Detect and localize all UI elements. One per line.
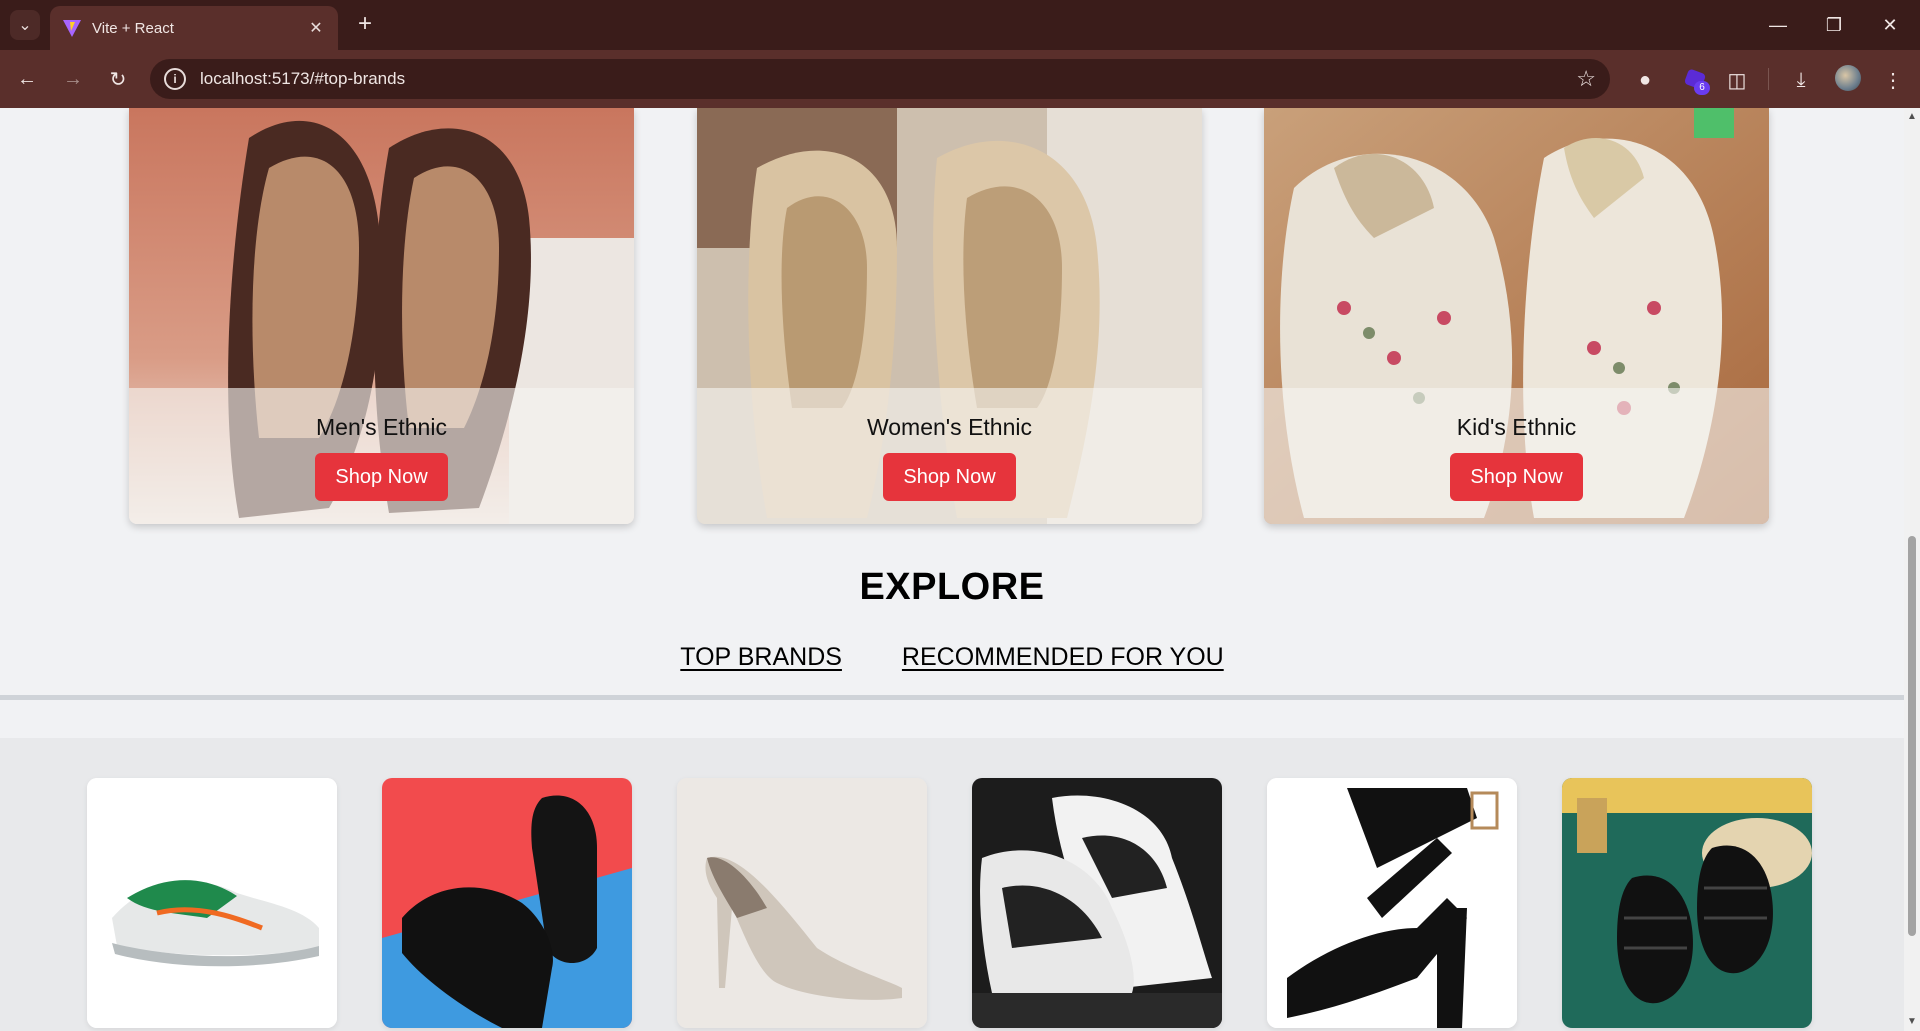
extension-badge-icon[interactable]: 6 bbox=[1683, 68, 1710, 95]
black-sneakers-image bbox=[382, 778, 632, 1028]
brand-card[interactable] bbox=[1267, 778, 1517, 1028]
arrow-left-icon: ← bbox=[17, 67, 37, 90]
top-brands-section bbox=[0, 738, 1904, 1031]
grey-pump-heel-image bbox=[677, 778, 927, 1028]
tab-top-brands[interactable]: TOP BRANDS bbox=[680, 643, 842, 672]
reload-button[interactable]: ↻ bbox=[103, 64, 133, 94]
shop-now-button[interactable]: Shop Now bbox=[883, 453, 1016, 501]
browser-tab[interactable]: Vite + React ✕ bbox=[50, 6, 338, 50]
site-info-icon[interactable]: i bbox=[164, 68, 186, 90]
menu-kebab-icon[interactable]: ⋮ bbox=[1880, 67, 1906, 93]
explore-tabs: TOP BRANDS RECOMMENDED FOR YOU bbox=[0, 643, 1904, 672]
address-bar[interactable]: i localhost:5173/#top-brands ☆ bbox=[150, 59, 1610, 99]
profile-avatar[interactable] bbox=[1835, 65, 1861, 91]
back-button[interactable]: ← bbox=[12, 64, 42, 94]
shop-now-button[interactable]: Shop Now bbox=[315, 453, 448, 501]
card-caption-overlay: Women's Ethnic Shop Now bbox=[697, 388, 1202, 524]
card-caption-overlay: Men's Ethnic Shop Now bbox=[129, 388, 634, 524]
restore-button[interactable]: ❐ bbox=[1806, 0, 1862, 50]
ethnic-card-men[interactable]: Men's Ethnic Shop Now bbox=[129, 108, 634, 524]
black-white-sneakers-image bbox=[972, 778, 1222, 1028]
scroll-down-icon[interactable]: ▼ bbox=[1907, 1017, 1917, 1027]
black-strappy-heel-image bbox=[1267, 778, 1517, 1028]
scrollbar-thumb[interactable] bbox=[1908, 536, 1916, 936]
page-scrollbar[interactable]: ▲ ▼ bbox=[1904, 108, 1920, 1031]
close-window-button[interactable]: ✕ bbox=[1862, 0, 1918, 50]
close-tab-icon[interactable]: ✕ bbox=[306, 18, 326, 38]
url-text[interactable]: localhost:5173/#top-brands bbox=[200, 69, 1576, 89]
card-title: Men's Ethnic bbox=[316, 414, 447, 440]
tab-title: Vite + React bbox=[92, 19, 174, 37]
chevron-down-icon: ⌄ bbox=[18, 17, 32, 34]
green-sneaker-image bbox=[87, 778, 337, 1028]
shop-now-button[interactable]: Shop Now bbox=[1450, 453, 1583, 501]
card-title: Kid's Ethnic bbox=[1456, 414, 1577, 440]
extension-icon[interactable]: ● bbox=[1632, 67, 1658, 93]
scroll-up-icon[interactable]: ▲ bbox=[1907, 112, 1917, 122]
brand-card[interactable] bbox=[677, 778, 927, 1028]
card-caption-overlay: Kid's Ethnic Shop Now bbox=[1264, 388, 1769, 524]
new-tab-button[interactable]: + bbox=[352, 12, 378, 38]
ethnic-card-kids[interactable]: Kid's Ethnic Shop Now bbox=[1264, 108, 1769, 524]
forward-button[interactable]: → bbox=[58, 64, 88, 94]
puzzle-extensions-icon[interactable]: ◫ bbox=[1724, 67, 1750, 93]
brand-card[interactable] bbox=[87, 778, 337, 1028]
download-icon[interactable]: ⤓ bbox=[1788, 67, 1814, 93]
explore-heading: EXPLORE bbox=[859, 566, 1045, 608]
vite-logo-icon bbox=[63, 20, 81, 37]
brand-card[interactable] bbox=[972, 778, 1222, 1028]
reload-icon: ↻ bbox=[109, 68, 127, 91]
tab-search-button[interactable]: ⌄ bbox=[10, 10, 40, 40]
ethnic-card-women[interactable]: Women's Ethnic Shop Now bbox=[697, 108, 1202, 524]
tab-recommended[interactable]: RECOMMENDED FOR YOU bbox=[902, 643, 1224, 672]
black-fisherman-sandals-image bbox=[1562, 778, 1812, 1028]
brand-card[interactable] bbox=[382, 778, 632, 1028]
bookmark-star-icon[interactable]: ☆ bbox=[1576, 66, 1596, 92]
card-title: Women's Ethnic bbox=[866, 414, 1033, 440]
section-divider bbox=[0, 695, 1904, 700]
browser-tab-bar: ⌄ Vite + React ✕ + — ❐ ✕ bbox=[0, 0, 1920, 50]
arrow-right-icon: → bbox=[63, 67, 83, 90]
minimize-button[interactable]: — bbox=[1750, 0, 1806, 50]
toolbar-separator bbox=[1768, 68, 1769, 90]
page-viewport: Men's Ethnic Shop Now Women's Ethnic Sho… bbox=[0, 108, 1904, 1031]
brand-card[interactable] bbox=[1562, 778, 1812, 1028]
